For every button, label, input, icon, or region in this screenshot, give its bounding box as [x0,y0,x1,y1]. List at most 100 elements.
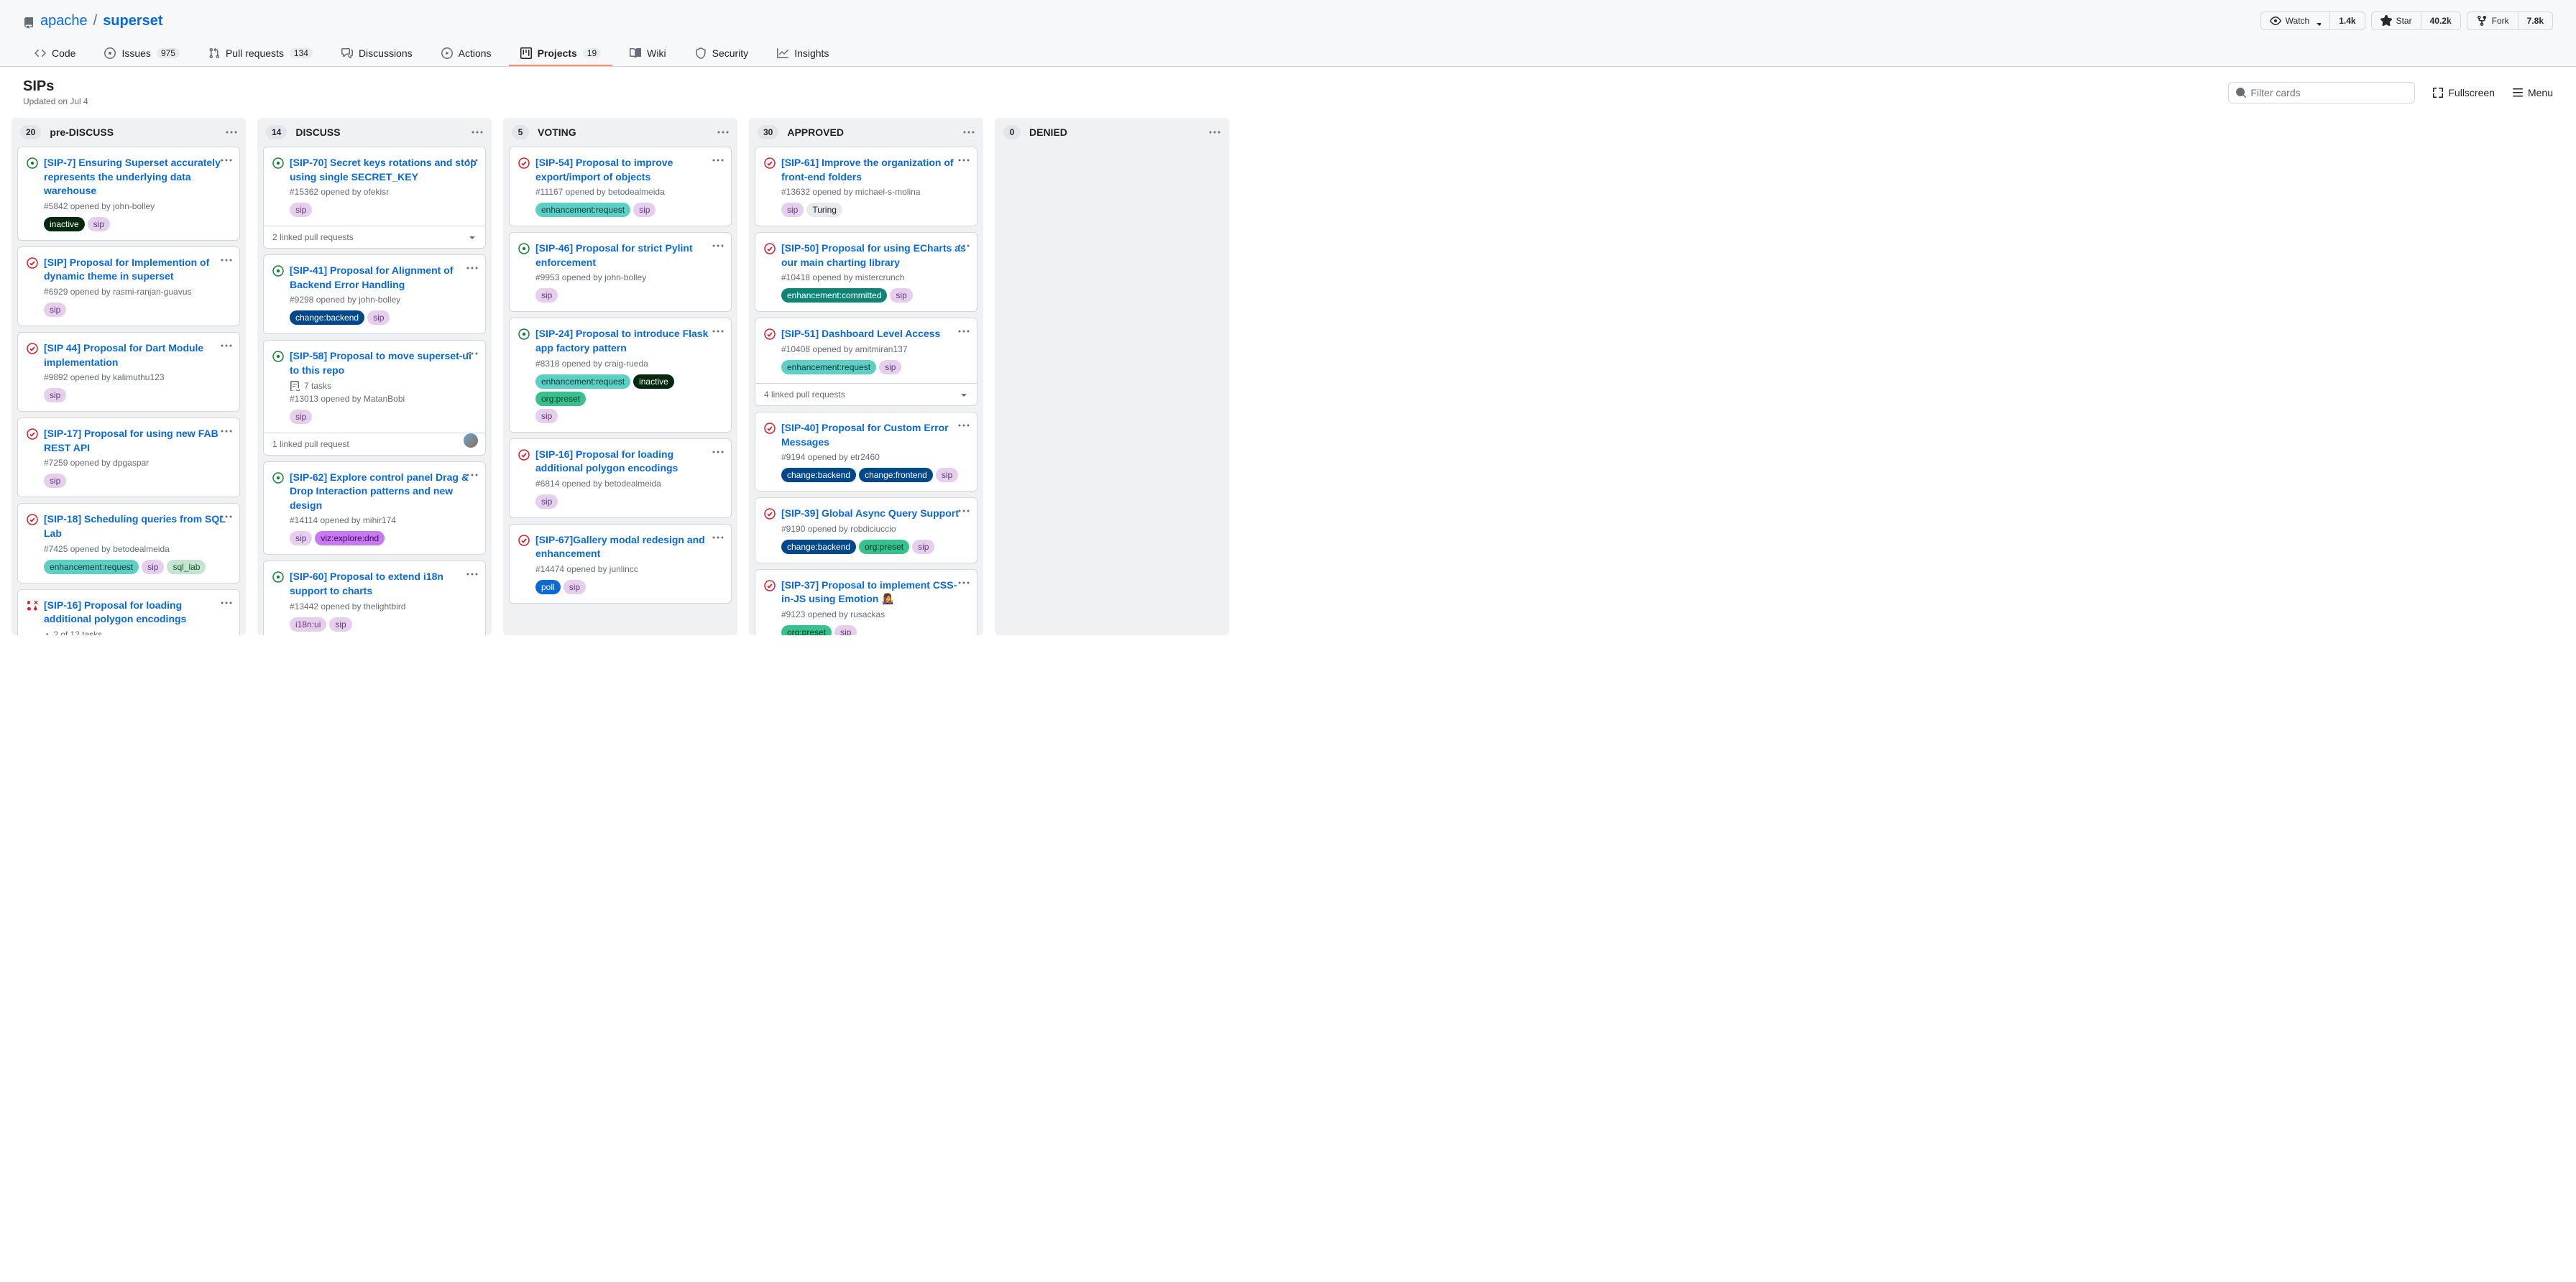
column-menu-button[interactable] [717,126,729,138]
card-author[interactable]: robdiciuccio [850,524,896,534]
label-sip[interactable]: sip [535,494,558,509]
repo-owner-link[interactable]: apache [40,13,88,29]
tab-projects[interactable]: Projects19 [509,42,613,66]
card-menu-button[interactable] [958,155,970,166]
tab-security[interactable]: Security [684,42,760,66]
label-sip[interactable]: sip [44,474,66,488]
column-menu-button[interactable] [1209,126,1220,138]
card-sip40[interactable]: [SIP-40] Proposal for Custom Error Messa… [755,412,978,492]
linked-prs-toggle[interactable]: 2 linked pull requests [264,226,485,248]
card-sip46[interactable]: [SIP-46] Proposal for strict Pylint enfo… [509,232,732,312]
card-author[interactable]: john-bolley [604,272,646,282]
card-title[interactable]: [SIP-24] Proposal to introduce Flask app… [535,327,722,355]
label-sip[interactable]: sip [535,288,558,303]
card-menu-button[interactable] [466,568,478,580]
card-menu-button[interactable] [221,597,232,609]
card-sip51[interactable]: [SIP-51] Dashboard Level Access #10408 o… [755,318,978,406]
card-title[interactable]: [SIP-61] Improve the organization of fro… [781,156,968,184]
card-menu-button[interactable] [712,446,724,458]
card-title[interactable]: [SIP-37] Proposal to implement CSS-in-JS… [781,578,968,607]
tab-wiki[interactable]: Wiki [618,42,677,66]
card-author[interactable]: mihir174 [363,515,396,525]
label-enhancement-committed[interactable]: enhancement:committed [781,288,887,303]
tab-code[interactable]: Code [23,42,87,66]
card-author[interactable]: craig-rueda [604,359,648,369]
card-author[interactable]: mistercrunch [855,272,905,282]
label-sip[interactable]: sip [44,303,66,317]
repo-name-link[interactable]: superset [103,13,162,29]
label-inactive[interactable]: inactive [633,374,674,389]
watch-count[interactable]: 1.4k [2330,13,2364,29]
card-sip7[interactable]: [SIP-7] Ensuring Superset accurately rep… [17,147,240,241]
card-author[interactable]: etr2460 [850,452,880,462]
card-menu-button[interactable] [712,326,724,337]
card-sip37[interactable]: [SIP-37] Proposal to implement CSS-in-JS… [755,569,978,635]
card-menu-button[interactable] [958,240,970,252]
label-turing[interactable]: Turing [806,203,842,217]
star-count[interactable]: 40.2k [2421,13,2460,29]
card-title[interactable]: [SIP] Proposal for Implemention of dynam… [44,256,231,284]
label-enhancement-request[interactable]: enhancement:request [535,374,630,389]
card-sip67[interactable]: [SIP-67]Gallery modal redesign and enhan… [509,524,732,604]
card-menu-button[interactable] [712,532,724,543]
watch-button[interactable]: Watch [2261,12,2331,29]
card-title[interactable]: [SIP 44] Proposal for Dart Module implem… [44,341,231,369]
card-sip18[interactable]: [SIP-18] Scheduling queries from SQL Lab… [17,503,240,583]
tab-insights[interactable]: Insights [765,42,840,66]
card-menu-button[interactable] [221,511,232,522]
card-author[interactable]: amitmiran137 [855,344,908,354]
fork-count[interactable]: 7.8k [2518,13,2552,29]
card-title[interactable]: [SIP-46] Proposal for strict Pylint enfo… [535,241,722,269]
label-org-preset[interactable]: org:preset [535,392,586,406]
card-sip58[interactable]: [SIP-58] Proposal to move superset-ui to… [263,340,486,455]
card-author[interactable]: MatanBobi [364,394,405,404]
card-title[interactable]: [SIP-50] Proposal for using ECharts as o… [781,241,968,269]
label-sip[interactable]: sip [936,468,958,482]
card-title[interactable]: [SIP-16] Proposal for loading additional… [535,448,722,476]
card-menu-button[interactable] [221,155,232,166]
card-author[interactable]: michael-s-molina [855,187,921,197]
label-sip[interactable]: sip [890,288,912,303]
card-sip39[interactable]: [SIP-39] Global Async Query Support #919… [755,497,978,563]
label-sip[interactable]: sip [290,203,312,217]
label-sip[interactable]: sip [290,410,312,424]
column-menu-button[interactable] [226,126,237,138]
label-change-backend[interactable]: change:backend [290,310,364,325]
card-author[interactable]: betodealmeida [604,479,661,489]
card-author[interactable]: john-bolley [113,201,155,211]
linked-prs-toggle[interactable]: 1 linked pull request [264,433,485,455]
card-author[interactable]: ofekisr [364,187,389,197]
label-org-preset[interactable]: org:preset [781,625,832,635]
card-menu-button[interactable] [221,340,232,351]
card-menu-button[interactable] [466,469,478,481]
card-title[interactable]: [SIP-60] Proposal to extend i18n support… [290,570,477,598]
card-title[interactable]: [SIP-62] Explore control panel Drag & Dr… [290,471,477,513]
card-sip54[interactable]: [SIP-54] Proposal to improve export/impo… [509,147,732,226]
column-menu-button[interactable] [963,126,975,138]
linked-prs-toggle[interactable]: 4 linked pull requests [755,383,977,405]
card-author[interactable]: rasmi-ranjan-guavus [113,287,191,297]
label-org-preset[interactable]: org:preset [859,540,909,554]
menu-button[interactable]: Menu [2512,87,2553,98]
card-menu-button[interactable] [958,420,970,431]
filter-input[interactable] [2228,82,2415,103]
card-title[interactable]: [SIP-16] Proposal for loading additional… [44,599,231,627]
card-title[interactable]: [SIP-17] Proposal for using new FAB REST… [44,427,231,455]
card-menu-button[interactable] [712,240,724,252]
label-sql-lab[interactable]: sql_lab [167,560,206,574]
label-sip[interactable]: sip [88,217,110,231]
fork-button[interactable]: Fork [2467,12,2518,29]
card-sip41[interactable]: [SIP-41] Proposal for Alignment of Backe… [263,254,486,334]
label-viz-explore-dnd[interactable]: viz:explore:dnd [315,531,385,545]
tab-actions[interactable]: Actions [430,42,503,66]
card-sip70[interactable]: [SIP-70] Secret keys rotations and stop … [263,147,486,249]
card-author[interactable]: thelightbird [364,601,406,612]
card-sip62[interactable]: [SIP-62] Explore control panel Drag & Dr… [263,461,486,555]
card-title[interactable]: [SIP-40] Proposal for Custom Error Messa… [781,421,968,449]
card-title[interactable]: [SIP-7] Ensuring Superset accurately rep… [44,156,231,198]
card-sip17[interactable]: [SIP-17] Proposal for using new FAB REST… [17,418,240,497]
card-sip61[interactable]: [SIP-61] Improve the organization of fro… [755,147,978,226]
card-author[interactable]: betodealmeida [608,187,665,197]
card-title[interactable]: [SIP-51] Dashboard Level Access [781,327,940,341]
card-menu-button[interactable] [712,155,724,166]
